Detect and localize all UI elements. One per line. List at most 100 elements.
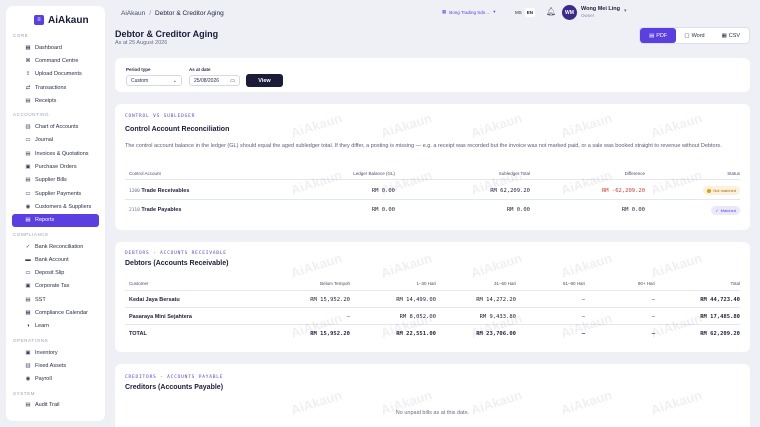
sidebar-item-fixed-assets[interactable]: ▥ Fixed Assets <box>12 359 99 372</box>
status-badge: Not matched <box>703 186 740 195</box>
sidebar-item-label: Reports <box>35 217 55 224</box>
ledger-cell: RM 0.00 <box>371 187 395 194</box>
col-31-60: 31–60 Hari <box>493 281 516 286</box>
pdf-icon: ▤ <box>649 32 655 39</box>
as-at-date-input[interactable]: 25/08/2026 ▭ <box>189 75 240 86</box>
export-csv-button[interactable]: ▦ CSV <box>713 28 749 43</box>
building-icon: ▦ <box>442 9 447 14</box>
box-icon: ▣ <box>25 349 31 356</box>
debtors-card: DEBTORS · ACCOUNTS RECEIVABLE Debtors (A… <box>115 242 750 352</box>
col-control-account: Control Account <box>129 170 161 176</box>
sidebar-item-bank-reconciliation[interactable]: ✓ Bank Reconciliation <box>12 240 99 253</box>
sidebar-item-label: Command Centre <box>35 57 79 64</box>
total-label: TOTAL <box>129 331 147 337</box>
sidebar-item-deposit-slip[interactable]: ▭ Deposit Slip <box>12 266 99 279</box>
control-eyebrow: CONTROL VS SUBLEDGER <box>125 114 196 119</box>
aging-31-60-cell: RM 9,433.80 <box>479 313 516 320</box>
debtors-eyebrow: DEBTORS · ACCOUNTS RECEIVABLE <box>125 251 227 256</box>
tax-icon: ▣ <box>25 283 31 290</box>
sidebar-item-audit-trail[interactable]: ▤ Audit Trail <box>12 399 99 412</box>
sidebar-item-chart-of-accounts[interactable]: ▥ Chart of Accounts <box>12 120 99 133</box>
export-pdf-label: PDF <box>656 32 668 39</box>
user-menu[interactable]: Wong Mei Ling Owner <box>581 6 620 18</box>
sidebar-item-learn[interactable]: ◑ Learn <box>12 320 99 333</box>
lang-ms-button[interactable]: MS <box>513 8 524 17</box>
topbar: AiAkaun / Debtor & Creditor Aging <box>114 0 760 26</box>
avatar[interactable]: WM <box>562 5 577 20</box>
sidebar-item-inventory[interactable]: ▣ Inventory <box>12 346 99 359</box>
sidebar-item-payroll[interactable]: ◉ Payroll <box>12 373 99 386</box>
aging-1-30-total: RM 22,551.00 <box>396 331 436 337</box>
period-type-select[interactable]: Custom ⌄ <box>126 75 182 86</box>
creditors-eyebrow: CREDITORS · ACCOUNTS PAYABLE <box>125 375 224 380</box>
sidebar-item-supplier-payments[interactable]: ▭ Supplier Payments <box>12 187 99 200</box>
asset-icon: ▥ <box>25 362 31 369</box>
export-word-button[interactable]: ▢ Word <box>676 28 712 43</box>
sidebar-item-command-centre[interactable]: ⌘ Command Centre <box>12 54 99 67</box>
sidebar-item-upload-documents[interactable]: ⇪ Upload Documents <box>12 68 99 81</box>
cart-icon: ▣ <box>25 164 31 171</box>
col-61-90: 61–90 Hari <box>562 281 585 286</box>
col-status: Status <box>727 170 740 176</box>
brand-name: AiAkaun <box>48 14 89 26</box>
learn-icon: ◑ <box>26 323 30 330</box>
receipt-icon: ▤ <box>25 97 31 104</box>
breadcrumb-root[interactable]: AiAkaun <box>121 10 145 17</box>
total-cell: RM 44,723.40 <box>700 296 740 303</box>
not-due-cell: RM 15,952.20 <box>310 296 350 303</box>
sidebar-item-customers-suppliers[interactable]: ◉ Customers & Suppliers <box>12 200 99 213</box>
sidebar-item-supplier-bills[interactable]: ▤ Supplier Bills <box>12 174 99 187</box>
chevron-down-icon: ⌄ <box>172 77 177 84</box>
export-pdf-button[interactable]: ▤ PDF <box>640 28 677 43</box>
aging-90-plus-total: — <box>651 331 655 337</box>
brand[interactable]: ≡ AiAkaun <box>6 6 105 28</box>
period-type-label: Period type <box>126 67 151 72</box>
sidebar-item-receipts[interactable]: ▤ Receipts <box>12 94 99 107</box>
table-row: 1200 Trade Receivables RM 0.00 RM 62,209… <box>125 182 740 200</box>
status-cell: ✓ Matched <box>711 205 740 215</box>
calendar-icon: ▦ <box>25 309 31 316</box>
sidebar: ≡ AiAkaun CORE ▦ Dashboard ⌘ Command Centre ⇪… <box>6 6 105 421</box>
view-button[interactable]: View <box>246 74 283 87</box>
sidebar-item-reports[interactable]: ▤ Reports <box>12 213 99 227</box>
sidebar-item-journal[interactable]: ▭ Journal <box>12 134 99 147</box>
account-code: 2110 <box>129 208 140 213</box>
table-row[interactable]: Pasaraya Mini Sejahtera — RM 8,052.00 RM… <box>125 309 740 325</box>
sidebar-section-label: SYSTEM <box>13 390 36 396</box>
invoice-icon: ▤ <box>25 150 31 157</box>
calendar-icon: ▭ <box>230 77 235 84</box>
debtors-title: Debtors (Accounts Receivable) <box>125 260 229 267</box>
aging-1-30-cell: RM 8,052.00 <box>399 313 436 320</box>
col-ledger-balance: Ledger Balance (GL) <box>353 170 395 176</box>
page-subtitle: As at 25 August 2026 <box>115 40 168 46</box>
user-chevron-icon[interactable]: ▾ <box>624 8 627 14</box>
table-row: 2110 Trade Payables RM 0.00 RM 0.00 RM 0… <box>125 201 740 219</box>
col-1-30: 1–30 Hari <box>416 281 436 286</box>
sidebar-item-compliance-calendar[interactable]: ▦ Compliance Calendar <box>12 306 99 319</box>
difference-cell: RM -62,209.20 <box>601 187 645 194</box>
sidebar-item-sst[interactable]: ▤ SST <box>12 293 99 306</box>
sidebar-item-dashboard[interactable]: ▦ Dashboard <box>12 41 99 54</box>
sidebar-item-bank-account[interactable]: ▬ Bank Account <box>12 253 99 266</box>
col-not-due: Belum Tempoh <box>320 281 350 286</box>
sidebar-item-label: Journal <box>35 137 54 144</box>
col-total: Total <box>730 281 740 286</box>
breadcrumb-current: Debtor & Creditor Aging <box>155 9 224 17</box>
sidebar-item-label: Audit Trail <box>35 402 60 409</box>
table-row[interactable]: Kedai Jaya Bersatu RM 15,952.20 RM 14,49… <box>125 292 740 308</box>
sidebar-item-corporate-tax[interactable]: ▣ Corporate Tax <box>12 280 99 293</box>
sidebar-item-label: Compliance Calendar <box>35 309 88 316</box>
lang-en-button[interactable]: EN <box>524 8 536 17</box>
bell-icon[interactable]: 🔔︎ <box>546 7 556 16</box>
sidebar-item-transactions[interactable]: ⇄ Transactions <box>12 81 99 94</box>
sidebar-item-label: Deposit Slip <box>35 270 65 277</box>
org-switcher[interactable]: ▦ Bong Trading Sdn.... ▾ <box>442 9 496 15</box>
sidebar-item-invoices-quotations[interactable]: ▤ Invoices & Quotations <box>12 147 99 160</box>
col-customer: Customer <box>129 281 149 286</box>
sidebar-item-purchase-orders[interactable]: ▣ Purchase Orders <box>12 160 99 173</box>
sidebar-item-label: Corporate Tax <box>35 283 70 290</box>
org-name: Bong Trading Sdn.... <box>449 9 491 15</box>
export-csv-label: CSV <box>728 32 741 39</box>
status-badge: ✓ Matched <box>711 205 740 215</box>
payroll-icon: ◉ <box>25 376 31 383</box>
